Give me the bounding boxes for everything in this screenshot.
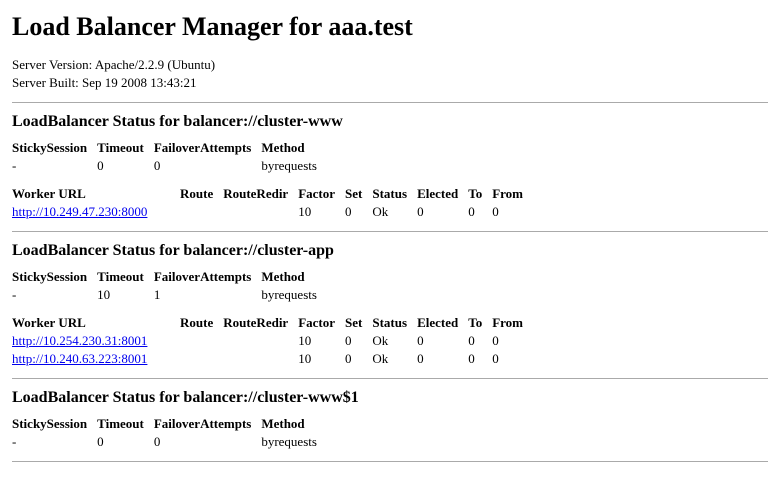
worker-cell-to: 0 bbox=[468, 203, 492, 221]
worker-header-from: From bbox=[492, 185, 533, 203]
worker-cell-status: Ok bbox=[372, 203, 417, 221]
config-header-sticky: StickySession bbox=[12, 139, 97, 157]
config-header-failover: FailoverAttempts bbox=[154, 415, 261, 433]
config-header-sticky: StickySession bbox=[12, 268, 97, 286]
worker-cell-status: Ok bbox=[372, 350, 417, 368]
worker-table: Worker URLRouteRouteRedirFactorSetStatus… bbox=[12, 185, 533, 221]
worker-cell-redir bbox=[223, 350, 298, 368]
worker-url-link[interactable]: http://10.254.230.31:8001 bbox=[12, 333, 147, 348]
balancer-status-heading: LoadBalancer Status for balancer://clust… bbox=[12, 113, 768, 131]
config-cell-timeout: 0 bbox=[97, 157, 154, 175]
balancer-status-heading: LoadBalancer Status for balancer://clust… bbox=[12, 242, 768, 260]
config-header-method: Method bbox=[261, 268, 327, 286]
config-header-timeout: Timeout bbox=[97, 415, 154, 433]
config-cell-failover: 0 bbox=[154, 433, 261, 451]
config-header-method: Method bbox=[261, 139, 327, 157]
worker-header-redir: RouteRedir bbox=[223, 185, 298, 203]
worker-cell-elected: 0 bbox=[417, 350, 468, 368]
server-built-value: Sep 19 2008 13:43:21 bbox=[82, 75, 196, 90]
worker-cell-route bbox=[180, 332, 223, 350]
divider bbox=[12, 378, 768, 379]
config-header-timeout: Timeout bbox=[97, 268, 154, 286]
worker-header-to: To bbox=[468, 314, 492, 332]
config-cell-sticky: - bbox=[12, 157, 97, 175]
divider bbox=[12, 461, 768, 462]
worker-cell-factor: 10 bbox=[298, 332, 345, 350]
worker-header-route: Route bbox=[180, 314, 223, 332]
worker-cell-status: Ok bbox=[372, 332, 417, 350]
server-version-label: Server Version: bbox=[12, 57, 92, 72]
config-cell-timeout: 10 bbox=[97, 286, 154, 304]
divider bbox=[12, 231, 768, 232]
server-version-value: Apache/2.2.9 (Ubuntu) bbox=[95, 57, 215, 72]
table-row: http://10.240.63.223:8001100Ok000 bbox=[12, 350, 533, 368]
config-cell-method: byrequests bbox=[261, 433, 327, 451]
worker-header-url: Worker URL bbox=[12, 185, 180, 203]
worker-cell-elected: 0 bbox=[417, 332, 468, 350]
balancer-config-table: StickySessionTimeoutFailoverAttemptsMeth… bbox=[12, 415, 327, 451]
worker-header-url: Worker URL bbox=[12, 314, 180, 332]
divider bbox=[12, 102, 768, 103]
server-built-label: Server Built: bbox=[12, 75, 79, 90]
worker-cell-factor: 10 bbox=[298, 350, 345, 368]
config-cell-timeout: 0 bbox=[97, 433, 154, 451]
worker-cell-to: 0 bbox=[468, 332, 492, 350]
worker-header-set: Set bbox=[345, 314, 372, 332]
worker-table: Worker URLRouteRouteRedirFactorSetStatus… bbox=[12, 314, 533, 368]
worker-header-from: From bbox=[492, 314, 533, 332]
config-header-failover: FailoverAttempts bbox=[154, 268, 261, 286]
config-cell-sticky: - bbox=[12, 433, 97, 451]
worker-cell-set: 0 bbox=[345, 350, 372, 368]
worker-cell-redir bbox=[223, 332, 298, 350]
config-cell-sticky: - bbox=[12, 286, 97, 304]
worker-header-route: Route bbox=[180, 185, 223, 203]
worker-header-set: Set bbox=[345, 185, 372, 203]
worker-cell-route bbox=[180, 203, 223, 221]
balancer-config-table: StickySessionTimeoutFailoverAttemptsMeth… bbox=[12, 268, 327, 304]
worker-header-status: Status bbox=[372, 314, 417, 332]
worker-cell-route bbox=[180, 350, 223, 368]
table-row: http://10.249.47.230:8000100Ok000 bbox=[12, 203, 533, 221]
config-header-timeout: Timeout bbox=[97, 139, 154, 157]
balancer-status-heading: LoadBalancer Status for balancer://clust… bbox=[12, 389, 768, 407]
worker-header-elected: Elected bbox=[417, 185, 468, 203]
worker-cell-redir bbox=[223, 203, 298, 221]
server-info: Server Version: Apache/2.2.9 (Ubuntu) Se… bbox=[12, 56, 768, 92]
table-row: http://10.254.230.31:8001100Ok000 bbox=[12, 332, 533, 350]
config-header-sticky: StickySession bbox=[12, 415, 97, 433]
worker-cell-from: 0 bbox=[492, 203, 533, 221]
worker-cell-from: 0 bbox=[492, 350, 533, 368]
worker-header-factor: Factor bbox=[298, 185, 345, 203]
worker-header-redir: RouteRedir bbox=[223, 314, 298, 332]
worker-cell-set: 0 bbox=[345, 332, 372, 350]
config-cell-failover: 0 bbox=[154, 157, 261, 175]
config-cell-failover: 1 bbox=[154, 286, 261, 304]
worker-cell-to: 0 bbox=[468, 350, 492, 368]
balancer-config-table: StickySessionTimeoutFailoverAttemptsMeth… bbox=[12, 139, 327, 175]
worker-header-elected: Elected bbox=[417, 314, 468, 332]
worker-header-to: To bbox=[468, 185, 492, 203]
worker-url-link[interactable]: http://10.249.47.230:8000 bbox=[12, 204, 147, 219]
config-header-method: Method bbox=[261, 415, 327, 433]
worker-cell-set: 0 bbox=[345, 203, 372, 221]
worker-cell-elected: 0 bbox=[417, 203, 468, 221]
worker-header-factor: Factor bbox=[298, 314, 345, 332]
config-cell-method: byrequests bbox=[261, 286, 327, 304]
worker-cell-factor: 10 bbox=[298, 203, 345, 221]
worker-header-status: Status bbox=[372, 185, 417, 203]
config-cell-method: byrequests bbox=[261, 157, 327, 175]
page-title: Load Balancer Manager for aaa.test bbox=[12, 12, 768, 42]
config-header-failover: FailoverAttempts bbox=[154, 139, 261, 157]
worker-url-link[interactable]: http://10.240.63.223:8001 bbox=[12, 351, 147, 366]
worker-cell-from: 0 bbox=[492, 332, 533, 350]
